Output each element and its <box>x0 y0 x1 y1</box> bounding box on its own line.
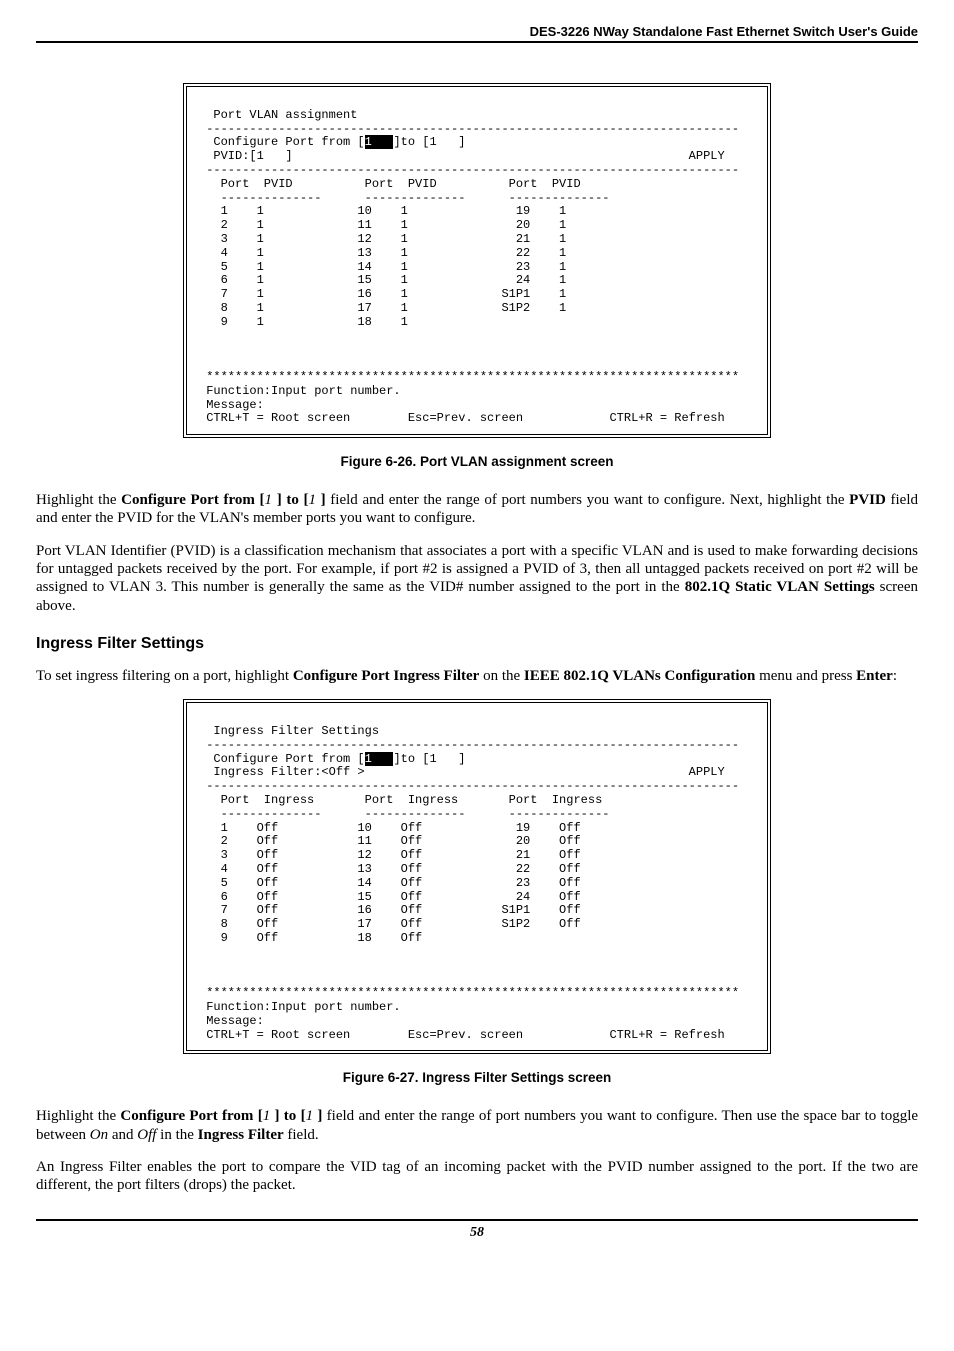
paragraph-3: To set ingress filtering on a port, high… <box>36 667 918 685</box>
page-header: DES-3226 NWay Standalone Fast Ethernet S… <box>36 24 918 43</box>
terminal-port-vlan: Port VLAN assignment -------------------… <box>183 83 771 438</box>
section-heading-ingress: Ingress Filter Settings <box>36 635 918 653</box>
page-footer: 58 <box>36 1219 918 1241</box>
page-number: 58 <box>470 1225 484 1240</box>
figure-6-26-caption: Figure 6-26. Port VLAN assignment screen <box>36 454 918 469</box>
paragraph-5: An Ingress Filter enables the port to co… <box>36 1158 918 1195</box>
paragraph-1: Highlight the Configure Port from [1 ] t… <box>36 491 918 528</box>
terminal-port-vlan-content: Port VLAN assignment -------------------… <box>199 95 755 426</box>
guide-title: DES-3226 NWay Standalone Fast Ethernet S… <box>36 24 918 39</box>
terminal-ingress-filter-content: Ingress Filter Settings ----------------… <box>199 711 755 1042</box>
paragraph-2: Port VLAN Identifier (PVID) is a classif… <box>36 542 918 615</box>
paragraph-4: Highlight the Configure Port from [1 ] t… <box>36 1107 918 1144</box>
terminal-ingress-filter: Ingress Filter Settings ----------------… <box>183 699 771 1054</box>
figure-6-27-caption: Figure 6-27. Ingress Filter Settings scr… <box>36 1070 918 1085</box>
